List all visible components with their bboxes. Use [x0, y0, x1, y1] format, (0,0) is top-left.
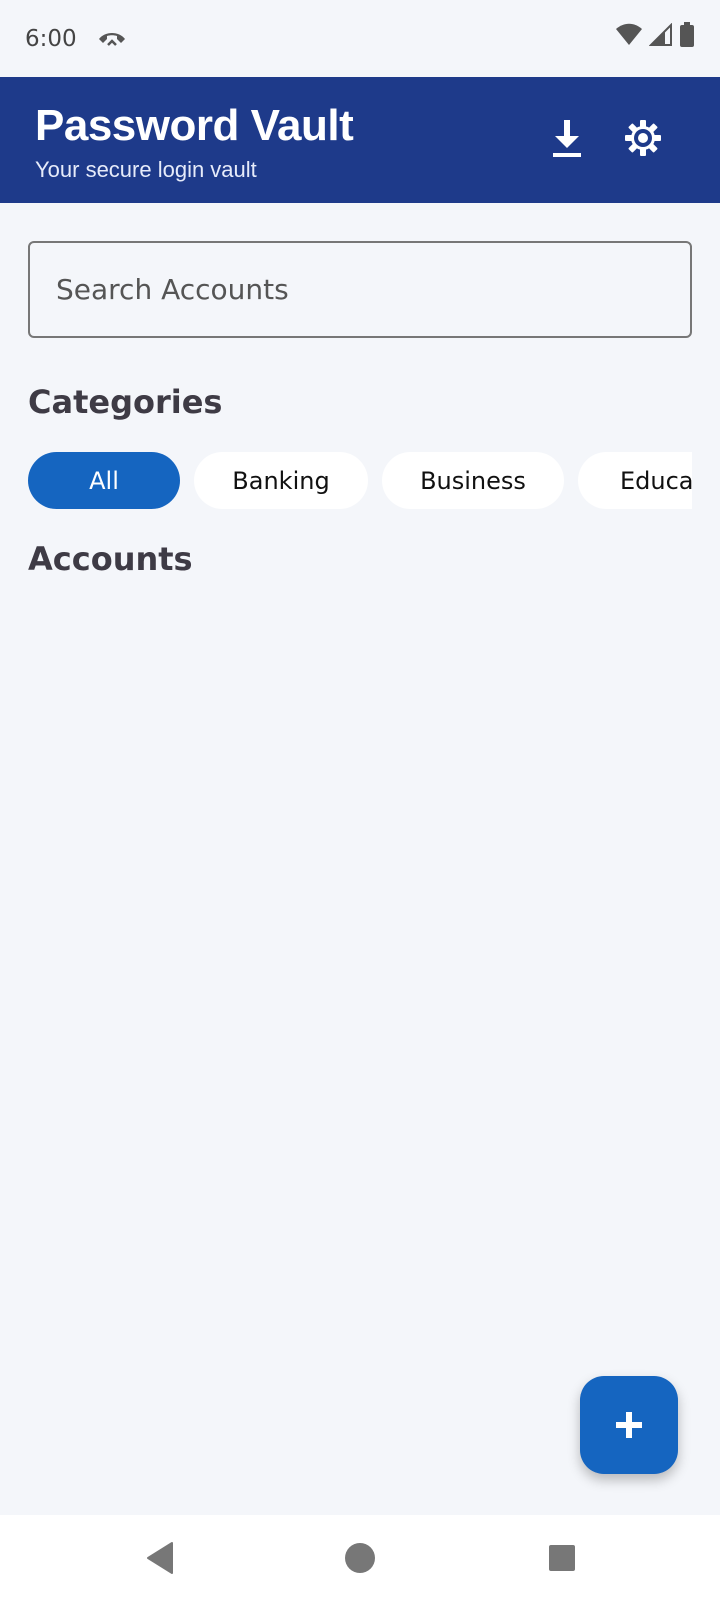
app-header: Password Vault Your secure login vault [0, 77, 720, 203]
page-subtitle: Your secure login vault [35, 157, 257, 182]
categories-heading: Categories [28, 383, 223, 421]
category-chip-row[interactable]: All Banking Business Education [28, 452, 692, 509]
chip-banking[interactable]: Banking [194, 452, 368, 509]
back-button[interactable] [143, 1541, 177, 1575]
plus-icon [616, 1412, 642, 1438]
download-icon [553, 120, 581, 157]
accounts-heading: Accounts [28, 540, 193, 578]
search-input[interactable] [56, 273, 664, 306]
status-bar: 6:00 [0, 0, 720, 77]
chip-all[interactable]: All [28, 452, 180, 509]
status-time: 6:00 [25, 25, 77, 52]
chip-education[interactable]: Education [578, 452, 692, 509]
home-icon [345, 1543, 375, 1573]
recent-apps-button[interactable] [545, 1541, 579, 1575]
page-title: Password Vault [35, 101, 354, 150]
add-account-button[interactable] [580, 1376, 678, 1474]
system-nav-bar [0, 1515, 720, 1600]
home-button[interactable] [343, 1541, 377, 1575]
battery-icon [679, 22, 695, 55]
search-field[interactable] [28, 241, 692, 338]
chip-business[interactable]: Business [382, 452, 564, 509]
signal-icon [648, 22, 673, 54]
settings-button[interactable] [615, 110, 671, 166]
back-icon [147, 1542, 173, 1574]
status-icons [615, 22, 695, 55]
call-end-icon [97, 27, 127, 51]
recent-apps-icon [549, 1545, 575, 1571]
download-button[interactable] [539, 110, 595, 166]
gear-icon [625, 120, 661, 156]
wifi-icon [615, 23, 643, 54]
